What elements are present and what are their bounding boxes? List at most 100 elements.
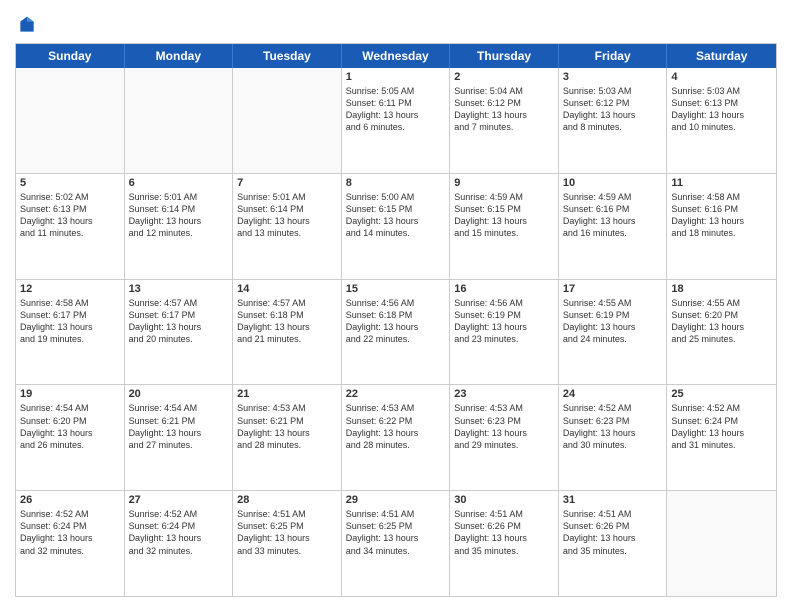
cell-info: Sunrise: 4:53 AM Sunset: 6:22 PM Dayligh… xyxy=(346,402,446,451)
cell-info: Sunrise: 4:56 AM Sunset: 6:19 PM Dayligh… xyxy=(454,297,554,346)
calendar-cell: 7 Sunrise: 5:01 AM Sunset: 6:14 PM Daylig… xyxy=(233,174,342,279)
calendar-cell: 22 Sunrise: 4:53 AM Sunset: 6:22 PM Dayli… xyxy=(342,385,451,490)
calendar-row-2: 5 Sunrise: 5:02 AM Sunset: 6:13 PM Daylig… xyxy=(16,173,776,279)
cell-info: Sunrise: 4:55 AM Sunset: 6:20 PM Dayligh… xyxy=(671,297,772,346)
cell-info: Sunrise: 5:01 AM Sunset: 6:14 PM Dayligh… xyxy=(237,191,337,240)
cell-info: Sunrise: 4:54 AM Sunset: 6:21 PM Dayligh… xyxy=(129,402,229,451)
header-monday: Monday xyxy=(125,44,234,68)
calendar-cell: 12 Sunrise: 4:58 AM Sunset: 6:17 PM Dayli… xyxy=(16,280,125,385)
day-number: 9 xyxy=(454,177,554,189)
calendar-cell: 6 Sunrise: 5:01 AM Sunset: 6:14 PM Daylig… xyxy=(125,174,234,279)
day-number: 31 xyxy=(563,494,663,506)
day-number: 14 xyxy=(237,283,337,295)
cell-info: Sunrise: 5:03 AM Sunset: 6:13 PM Dayligh… xyxy=(671,85,772,134)
calendar-row-3: 12 Sunrise: 4:58 AM Sunset: 6:17 PM Dayli… xyxy=(16,279,776,385)
calendar-cell: 10 Sunrise: 4:59 AM Sunset: 6:16 PM Dayli… xyxy=(559,174,668,279)
day-number: 10 xyxy=(563,177,663,189)
day-number: 25 xyxy=(671,388,772,400)
day-number: 18 xyxy=(671,283,772,295)
day-number: 24 xyxy=(563,388,663,400)
day-number: 29 xyxy=(346,494,446,506)
calendar-cell: 17 Sunrise: 4:55 AM Sunset: 6:19 PM Dayli… xyxy=(559,280,668,385)
header-thursday: Thursday xyxy=(450,44,559,68)
cell-info: Sunrise: 5:02 AM Sunset: 6:13 PM Dayligh… xyxy=(20,191,120,240)
logo-icon xyxy=(17,15,37,35)
calendar-body: 1 Sunrise: 5:05 AM Sunset: 6:11 PM Daylig… xyxy=(16,68,776,596)
cell-info: Sunrise: 4:51 AM Sunset: 6:26 PM Dayligh… xyxy=(563,508,663,557)
day-number: 5 xyxy=(20,177,120,189)
calendar-cell: 25 Sunrise: 4:52 AM Sunset: 6:24 PM Dayli… xyxy=(667,385,776,490)
day-number: 20 xyxy=(129,388,229,400)
cell-info: Sunrise: 4:54 AM Sunset: 6:20 PM Dayligh… xyxy=(20,402,120,451)
calendar-cell xyxy=(667,491,776,596)
logo xyxy=(15,15,37,35)
cell-info: Sunrise: 4:58 AM Sunset: 6:16 PM Dayligh… xyxy=(671,191,772,240)
day-number: 1 xyxy=(346,71,446,83)
day-number: 22 xyxy=(346,388,446,400)
day-number: 8 xyxy=(346,177,446,189)
header-saturday: Saturday xyxy=(667,44,776,68)
day-number: 3 xyxy=(563,71,663,83)
page: Sunday Monday Tuesday Wednesday Thursday… xyxy=(0,0,792,612)
day-number: 11 xyxy=(671,177,772,189)
cell-info: Sunrise: 4:53 AM Sunset: 6:23 PM Dayligh… xyxy=(454,402,554,451)
day-number: 30 xyxy=(454,494,554,506)
cell-info: Sunrise: 4:59 AM Sunset: 6:16 PM Dayligh… xyxy=(563,191,663,240)
calendar-cell xyxy=(16,68,125,173)
day-number: 15 xyxy=(346,283,446,295)
day-number: 4 xyxy=(671,71,772,83)
calendar-cell: 19 Sunrise: 4:54 AM Sunset: 6:20 PM Dayli… xyxy=(16,385,125,490)
calendar-header: Sunday Monday Tuesday Wednesday Thursday… xyxy=(16,44,776,68)
cell-info: Sunrise: 4:52 AM Sunset: 6:24 PM Dayligh… xyxy=(671,402,772,451)
day-number: 6 xyxy=(129,177,229,189)
cell-info: Sunrise: 4:51 AM Sunset: 6:25 PM Dayligh… xyxy=(346,508,446,557)
cell-info: Sunrise: 4:59 AM Sunset: 6:15 PM Dayligh… xyxy=(454,191,554,240)
calendar-cell: 5 Sunrise: 5:02 AM Sunset: 6:13 PM Daylig… xyxy=(16,174,125,279)
calendar-cell: 24Sunrise: 4:52 AM Sunset: 6:23 PM Dayli… xyxy=(559,385,668,490)
cell-info: Sunrise: 4:51 AM Sunset: 6:25 PM Dayligh… xyxy=(237,508,337,557)
calendar-row-1: 1 Sunrise: 5:05 AM Sunset: 6:11 PM Daylig… xyxy=(16,68,776,173)
calendar-cell xyxy=(233,68,342,173)
calendar-cell: 3Sunrise: 5:03 AM Sunset: 6:12 PM Daylig… xyxy=(559,68,668,173)
calendar-cell: 2 Sunrise: 5:04 AM Sunset: 6:12 PM Daylig… xyxy=(450,68,559,173)
calendar-cell: 1 Sunrise: 5:05 AM Sunset: 6:11 PM Daylig… xyxy=(342,68,451,173)
calendar-row-5: 26Sunrise: 4:52 AM Sunset: 6:24 PM Dayli… xyxy=(16,490,776,596)
cell-info: Sunrise: 4:56 AM Sunset: 6:18 PM Dayligh… xyxy=(346,297,446,346)
cell-info: Sunrise: 4:53 AM Sunset: 6:21 PM Dayligh… xyxy=(237,402,337,451)
calendar-cell: 21 Sunrise: 4:53 AM Sunset: 6:21 PM Dayli… xyxy=(233,385,342,490)
calendar: Sunday Monday Tuesday Wednesday Thursday… xyxy=(15,43,777,597)
calendar-cell: 13Sunrise: 4:57 AM Sunset: 6:17 PM Dayli… xyxy=(125,280,234,385)
calendar-cell: 14 Sunrise: 4:57 AM Sunset: 6:18 PM Dayli… xyxy=(233,280,342,385)
header-tuesday: Tuesday xyxy=(233,44,342,68)
day-number: 17 xyxy=(563,283,663,295)
day-number: 19 xyxy=(20,388,120,400)
calendar-cell: 16 Sunrise: 4:56 AM Sunset: 6:19 PM Dayli… xyxy=(450,280,559,385)
day-number: 12 xyxy=(20,283,120,295)
calendar-cell: 20 Sunrise: 4:54 AM Sunset: 6:21 PM Dayli… xyxy=(125,385,234,490)
day-number: 2 xyxy=(454,71,554,83)
calendar-cell: 18 Sunrise: 4:55 AM Sunset: 6:20 PM Dayli… xyxy=(667,280,776,385)
day-number: 28 xyxy=(237,494,337,506)
cell-info: Sunrise: 4:57 AM Sunset: 6:18 PM Dayligh… xyxy=(237,297,337,346)
calendar-cell: 4 Sunrise: 5:03 AM Sunset: 6:13 PM Daylig… xyxy=(667,68,776,173)
cell-info: Sunrise: 5:05 AM Sunset: 6:11 PM Dayligh… xyxy=(346,85,446,134)
cell-info: Sunrise: 4:52 AM Sunset: 6:24 PM Dayligh… xyxy=(129,508,229,557)
calendar-cell: 28 Sunrise: 4:51 AM Sunset: 6:25 PM Dayli… xyxy=(233,491,342,596)
day-number: 7 xyxy=(237,177,337,189)
cell-info: Sunrise: 5:01 AM Sunset: 6:14 PM Dayligh… xyxy=(129,191,229,240)
cell-info: Sunrise: 5:04 AM Sunset: 6:12 PM Dayligh… xyxy=(454,85,554,134)
day-number: 21 xyxy=(237,388,337,400)
calendar-cell: 29 Sunrise: 4:51 AM Sunset: 6:25 PM Dayli… xyxy=(342,491,451,596)
header-sunday: Sunday xyxy=(16,44,125,68)
calendar-cell: 11 Sunrise: 4:58 AM Sunset: 6:16 PM Dayli… xyxy=(667,174,776,279)
header-friday: Friday xyxy=(559,44,668,68)
calendar-cell xyxy=(125,68,234,173)
cell-info: Sunrise: 4:57 AM Sunset: 6:17 PM Dayligh… xyxy=(129,297,229,346)
calendar-cell: 23Sunrise: 4:53 AM Sunset: 6:23 PM Dayli… xyxy=(450,385,559,490)
cell-info: Sunrise: 5:00 AM Sunset: 6:15 PM Dayligh… xyxy=(346,191,446,240)
header-wednesday: Wednesday xyxy=(342,44,451,68)
day-number: 16 xyxy=(454,283,554,295)
header xyxy=(15,15,777,35)
cell-info: Sunrise: 4:55 AM Sunset: 6:19 PM Dayligh… xyxy=(563,297,663,346)
cell-info: Sunrise: 4:58 AM Sunset: 6:17 PM Dayligh… xyxy=(20,297,120,346)
